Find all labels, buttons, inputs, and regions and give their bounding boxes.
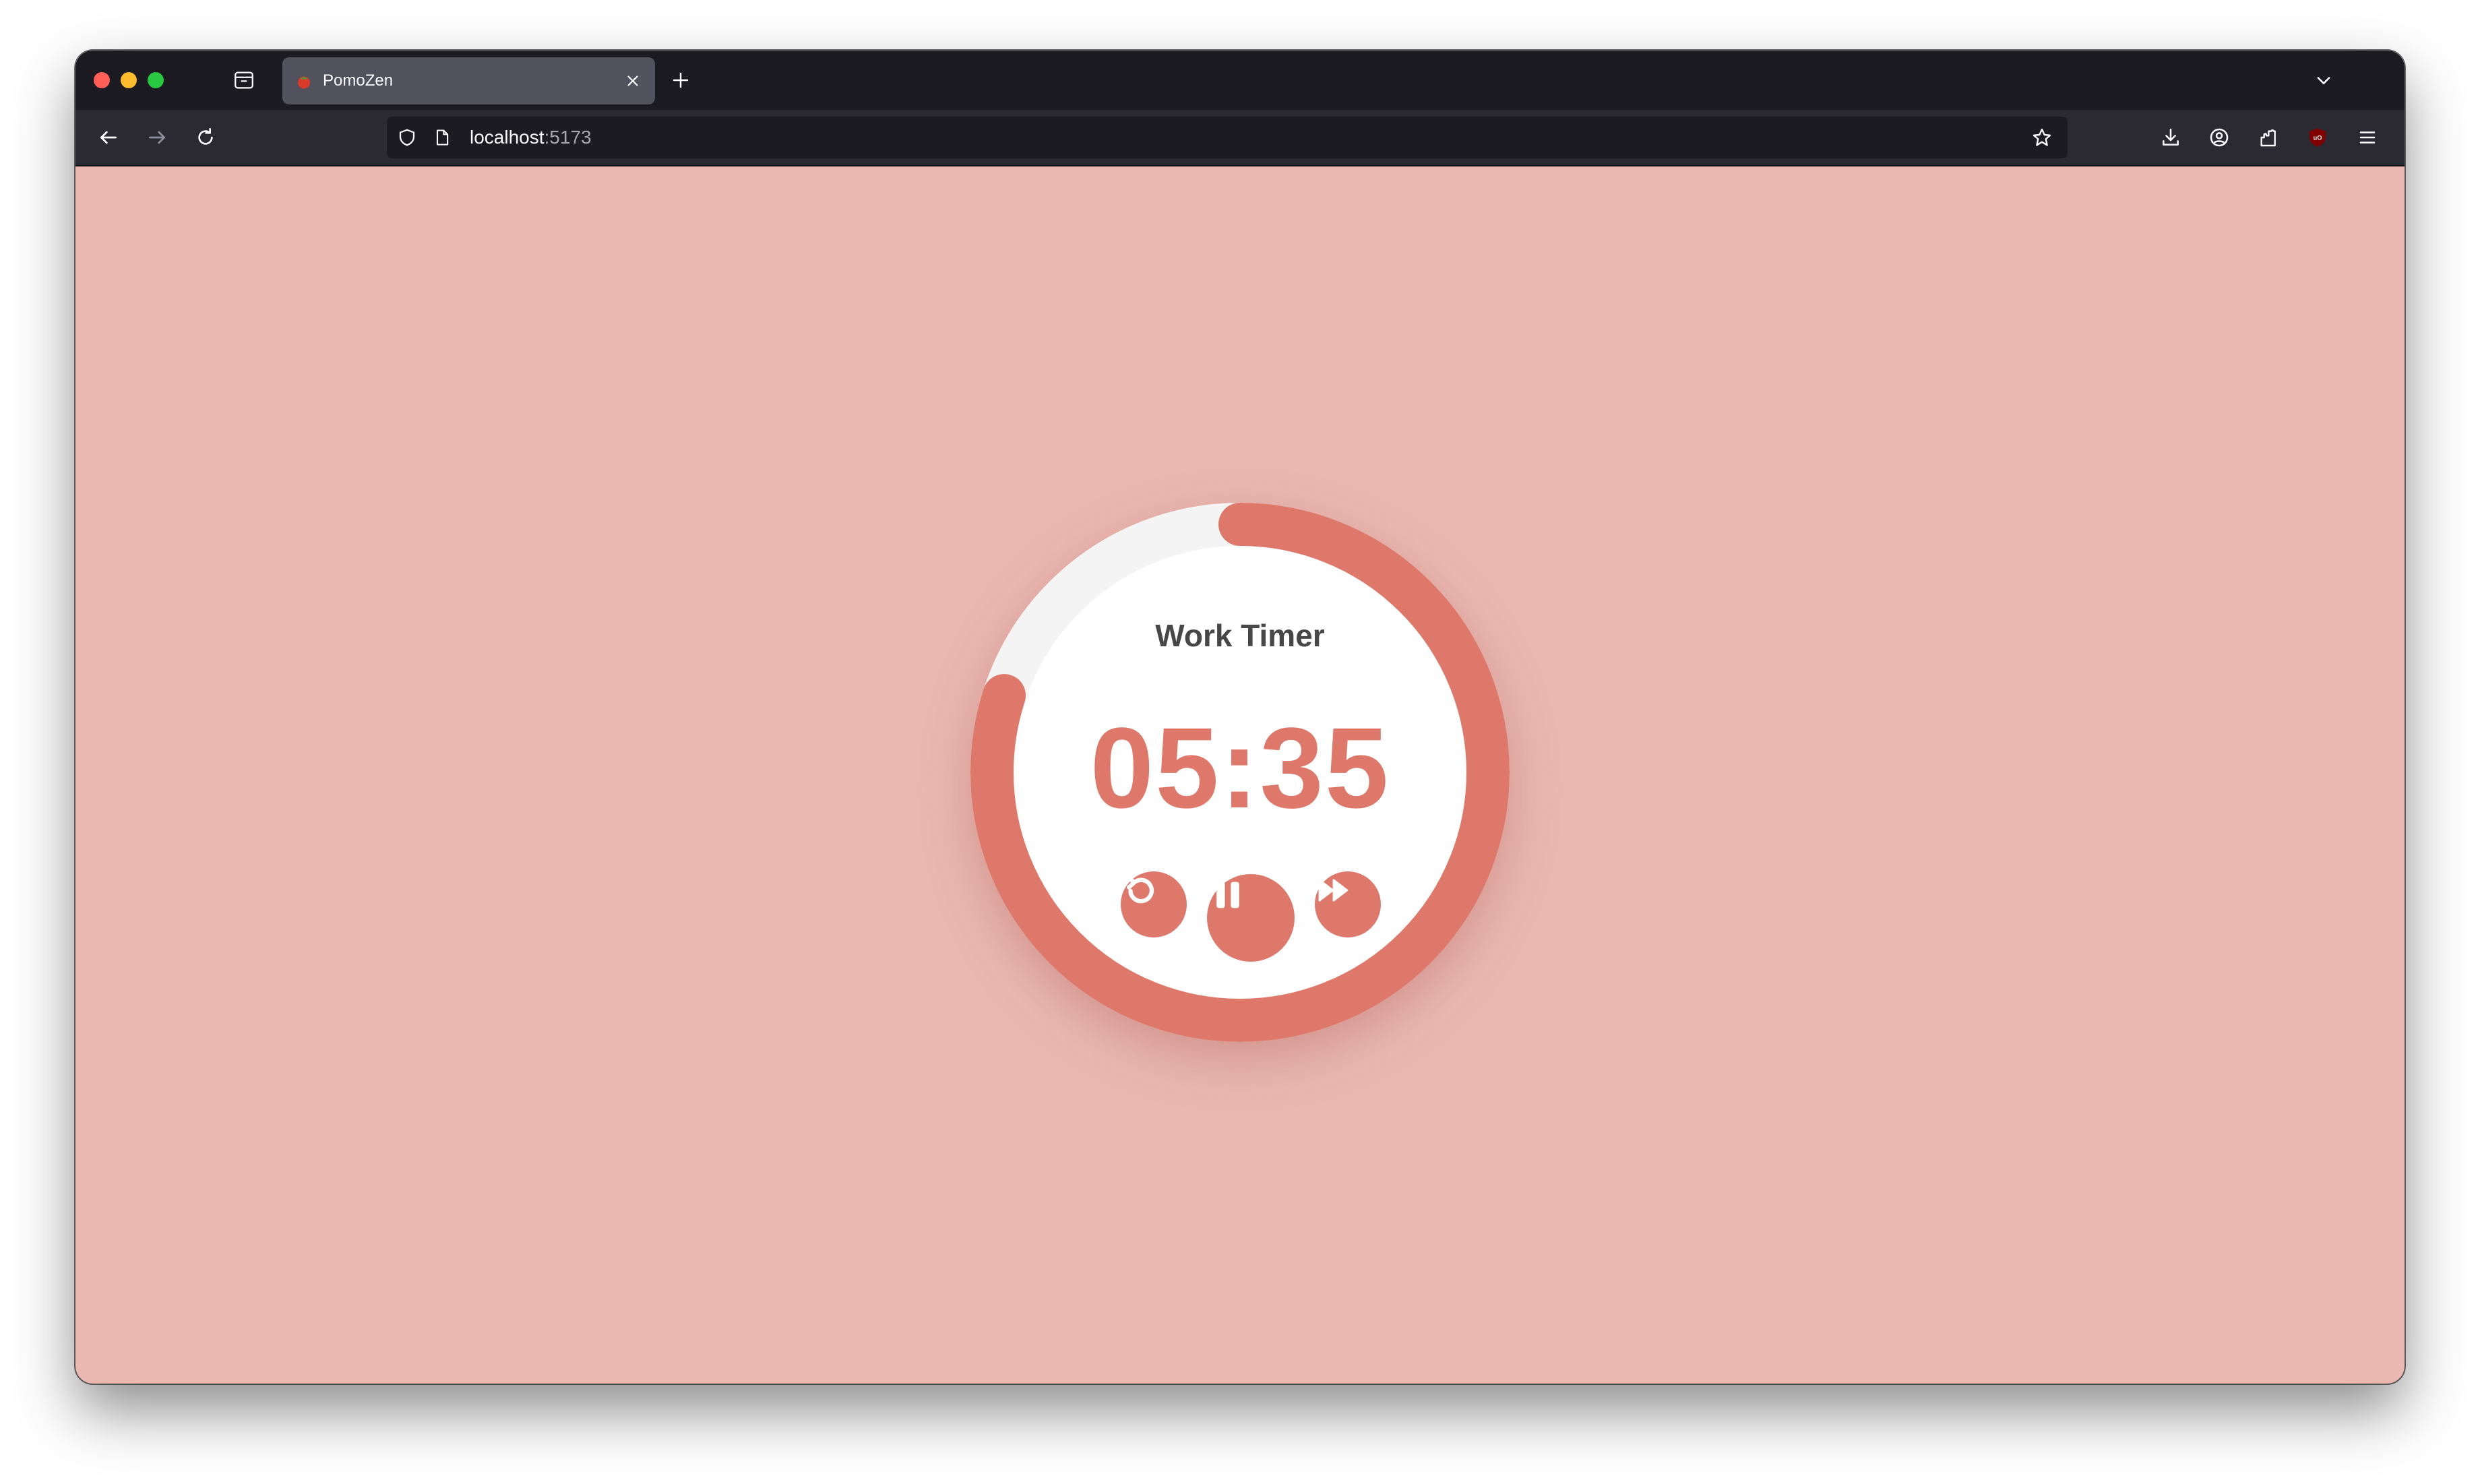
extensions-icon[interactable] xyxy=(2254,123,2282,152)
shield-icon[interactable] xyxy=(395,125,419,150)
account-icon[interactable] xyxy=(2205,123,2233,152)
firefox-view-icon[interactable] xyxy=(229,65,259,95)
url-text[interactable]: localhost:5173 xyxy=(470,127,592,148)
tab-bar: PomoZen xyxy=(75,51,2405,110)
url-bar[interactable]: localhost:5173 xyxy=(387,117,2068,158)
reset-icon xyxy=(1126,875,1154,904)
downloads-icon[interactable] xyxy=(2157,123,2185,152)
skip-forward-icon xyxy=(1318,879,1348,902)
url-port: :5173 xyxy=(544,127,592,148)
back-icon[interactable] xyxy=(93,122,124,153)
tomato-icon xyxy=(298,76,310,89)
new-tab-icon[interactable] xyxy=(667,67,694,94)
url-host: localhost xyxy=(470,127,545,148)
reset-button[interactable] xyxy=(1121,871,1187,937)
maximize-window-button[interactable] xyxy=(148,72,164,88)
navigation-toolbar: localhost:5173 uO xyxy=(75,110,2405,166)
timer-label: Work Timer xyxy=(1155,618,1325,653)
skip-button[interactable] xyxy=(1315,871,1381,937)
page-icon[interactable] xyxy=(430,125,454,150)
pause-icon xyxy=(1216,882,1239,908)
timer-dial: Work Timer 05:35 xyxy=(970,502,1510,1043)
bookmark-star-icon[interactable] xyxy=(2028,124,2055,151)
tab-title: PomoZen xyxy=(323,71,394,90)
timer-countdown: 05:35 xyxy=(1090,704,1390,832)
ublock-icon[interactable]: uO xyxy=(2303,123,2332,152)
close-tab-icon[interactable] xyxy=(619,67,646,94)
tab-pomozen[interactable]: PomoZen xyxy=(282,57,655,104)
svg-text:uO: uO xyxy=(2314,134,2322,141)
minimize-window-button[interactable] xyxy=(121,72,137,88)
forward-icon[interactable] xyxy=(142,122,173,153)
app-content: Work Timer 05:35 xyxy=(75,166,2405,1384)
close-window-button[interactable] xyxy=(94,72,110,88)
browser-window: PomoZen localhost:5173 uO Work Timer 05:… xyxy=(75,51,2405,1384)
reload-icon[interactable] xyxy=(190,122,221,153)
tab-list-icon[interactable] xyxy=(2310,67,2337,94)
menu-icon[interactable] xyxy=(2353,123,2382,152)
pause-button[interactable] xyxy=(1207,874,1295,962)
